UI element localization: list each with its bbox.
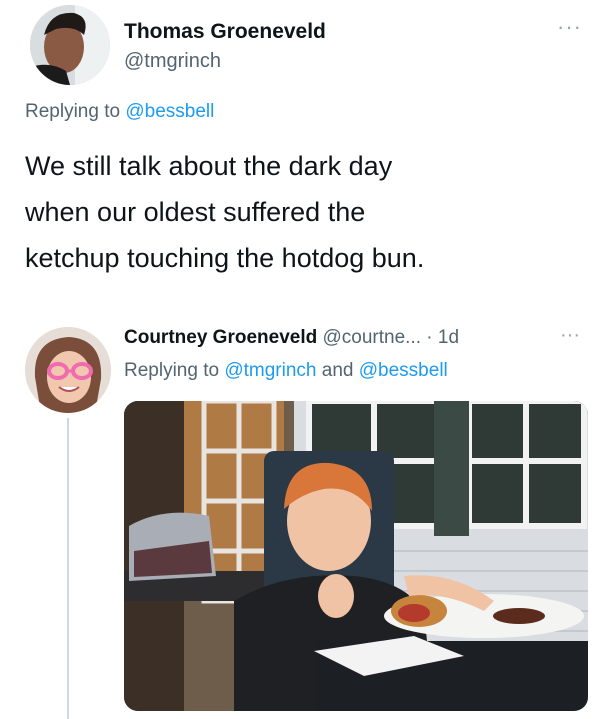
tweet-text: We still talk about the dark day when ou… <box>25 143 585 281</box>
author-name[interactable]: Thomas Groeneveld <box>124 20 326 44</box>
reply-photo[interactable] <box>124 401 588 711</box>
author-avatar[interactable] <box>30 5 110 85</box>
replying-to-line: Replying to @tmgrinch and @bessbell <box>124 360 448 382</box>
reply-timestamp[interactable]: 1d <box>438 327 459 348</box>
mention-link[interactable]: @tmgrinch <box>224 360 316 381</box>
tweet-text-line: We still talk about the dark day <box>25 151 393 181</box>
thread-line <box>67 418 69 719</box>
mention-link[interactable]: @bessbell <box>125 101 214 122</box>
author-handle[interactable]: @tmgrinch <box>124 50 221 73</box>
replying-prefix: Replying to <box>25 101 126 122</box>
separator: · <box>421 327 438 348</box>
tweet-text-line: when our oldest suffered the <box>25 197 366 227</box>
reply-author-avatar[interactable] <box>25 327 111 413</box>
tweet-thread: Thomas Groeneveld @tmgrinch ··· Replying… <box>0 0 599 719</box>
ellipsis-icon[interactable]: ··· <box>560 325 580 345</box>
reply-header: Courtney Groeneveld @courtne... · 1d <box>124 327 459 349</box>
avatar-photo <box>30 5 110 85</box>
photo-image <box>124 401 588 711</box>
ellipsis-icon[interactable]: ··· <box>557 16 582 38</box>
replying-to-line: Replying to @bessbell <box>25 101 214 123</box>
replying-and: and <box>316 360 359 381</box>
reply-author-handle[interactable]: @courtne... <box>323 327 422 348</box>
mention-link[interactable]: @bessbell <box>359 360 448 381</box>
tweet-text-line: ketchup touching the hotdog bun. <box>25 243 425 273</box>
replying-prefix: Replying to <box>124 360 225 381</box>
avatar-photo <box>25 327 111 413</box>
reply-author-name[interactable]: Courtney Groeneveld <box>124 327 317 348</box>
